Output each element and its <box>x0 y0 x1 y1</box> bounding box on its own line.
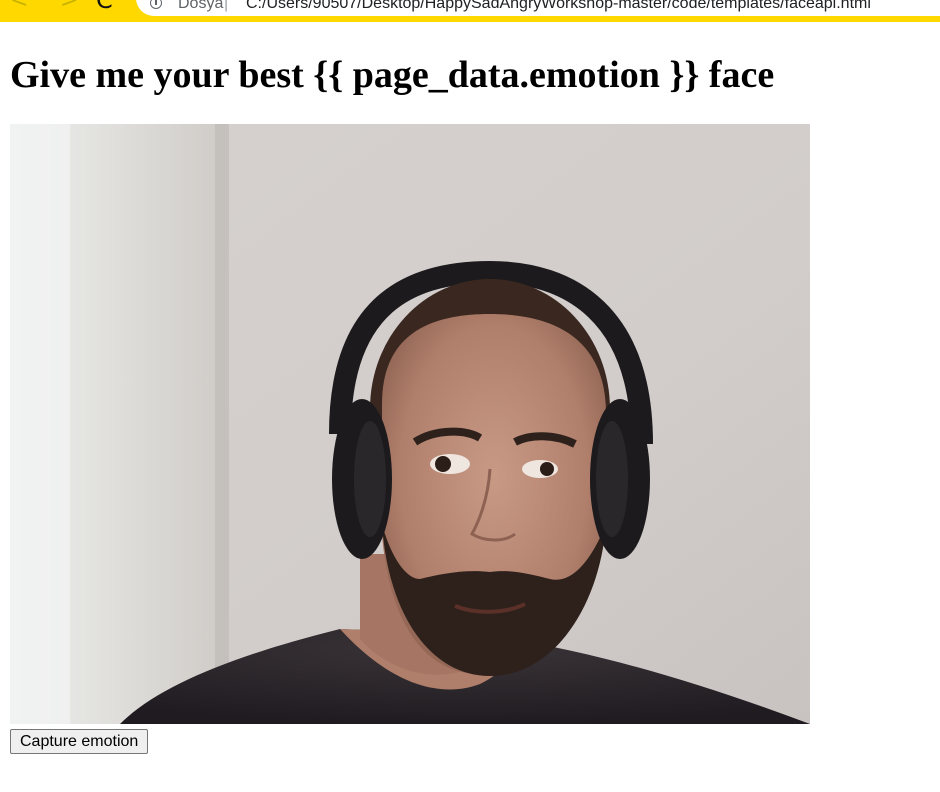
capture-emotion-button[interactable]: Capture emotion <box>10 729 149 754</box>
address-scheme: Dosya <box>178 0 224 12</box>
reload-icon[interactable]: C <box>96 0 113 14</box>
webcam-frame-image <box>10 124 810 724</box>
forward-icon[interactable]: > <box>60 0 78 13</box>
back-icon[interactable]: < <box>10 0 28 13</box>
webcam-video <box>10 124 810 724</box>
page-title: Give me your best {{ page_data.emotion }… <box>10 54 775 96</box>
address-url[interactable]: C:/Users/90507/Desktop/HappySadAngryWork… <box>246 0 871 13</box>
info-icon[interactable] <box>150 0 162 9</box>
address-separator: | <box>224 0 229 12</box>
address-bar[interactable]: Dosya | C:/Users/90507/Desktop/HappySadA… <box>136 0 940 16</box>
browser-toolbar: < > C Dosya | C:/Users/90507/Desktop/Hap… <box>0 0 940 22</box>
